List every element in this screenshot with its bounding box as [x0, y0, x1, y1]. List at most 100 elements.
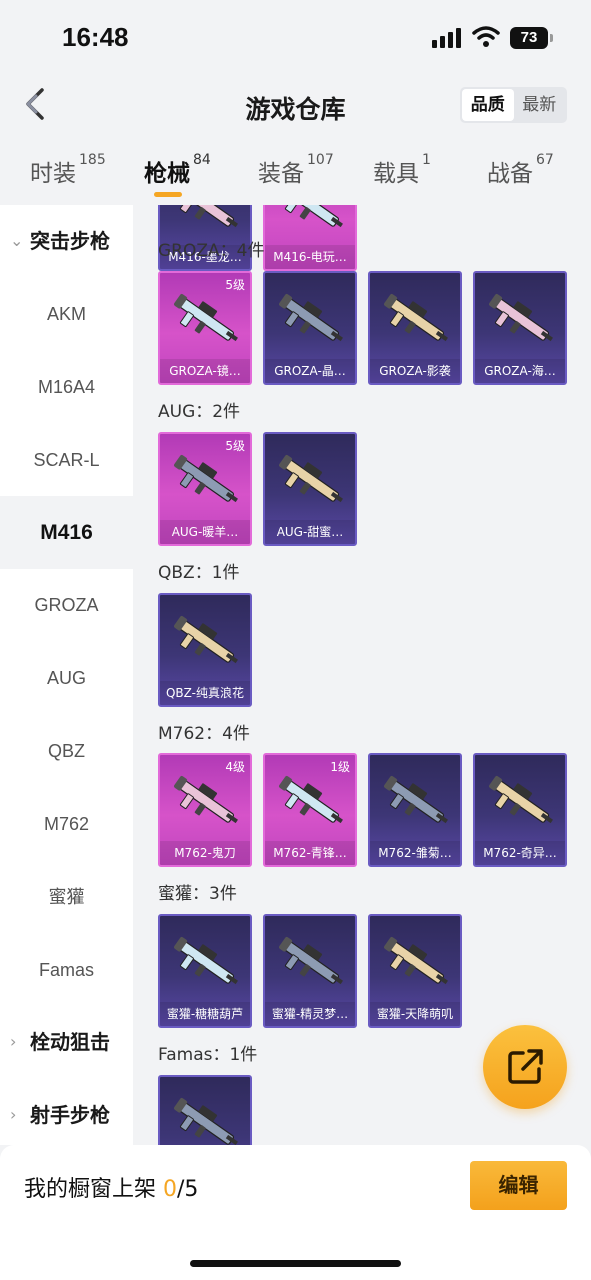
weapon-card[interactable]: GROZA-晶… [263, 271, 357, 385]
weapon-card[interactable]: GROZA-海… [473, 271, 567, 385]
weapon-card[interactable]: 1级 M762-青锋… [263, 753, 357, 867]
sidebar-group-bolt-snipers[interactable]: › 栓动狙击 [0, 1006, 133, 1078]
sidebar-item-qbz[interactable]: QBZ [0, 715, 133, 788]
tab-equipment[interactable]: 装备107 [258, 152, 334, 188]
gun-icon [279, 455, 343, 503]
section-title: GROZA：4件 [158, 241, 265, 261]
gun-icon [282, 205, 343, 228]
sidebar-item-honey-badger[interactable]: 蜜獾 [0, 861, 133, 934]
gun-icon [279, 776, 343, 824]
weapon-card[interactable]: 4级 M762-鬼刀 [158, 753, 252, 867]
status-bar: 16:48 73 [0, 0, 591, 78]
wifi-icon [472, 26, 500, 47]
card-name: M416-电玩… [265, 245, 355, 269]
sidebar-group-marksman-rifles[interactable]: › 射手步枪 [0, 1079, 133, 1145]
weapon-card[interactable]: M416-电玩… [263, 205, 357, 271]
card-name: M762-雏菊… [370, 841, 460, 865]
weapon-card[interactable]: M762-奇异… [473, 753, 567, 867]
section-title: AUG：2件 [158, 402, 241, 422]
card-name: QBZ-纯真浪花 [160, 681, 250, 705]
weapon-category-sidebar: ⌄ 突击步枪 AKM M16A4 SCAR-L M416 GROZA AUG Q… [0, 205, 133, 1145]
card-name: M762-奇异… [475, 841, 565, 865]
sidebar-item-m16a4[interactable]: M16A4 [0, 351, 133, 424]
tab-count: 1 [422, 152, 431, 168]
sidebar-group-label: 突击步枪 [30, 229, 110, 253]
section-title: Famas：1件 [158, 1045, 258, 1065]
card-name: GROZA-影袭 [370, 359, 460, 383]
weapon-card[interactable] [158, 1075, 252, 1145]
gun-icon [279, 937, 343, 985]
status-time: 16:48 [62, 22, 129, 52]
weapon-card[interactable]: M762-雏菊… [368, 753, 462, 867]
sort-toggle: 品质 最新 [460, 87, 567, 123]
weapon-grid: M416-墨龙… M416-电玩… GROZA：4件 5级 GROZA-镜… GROZA-… [133, 205, 591, 1145]
card-level: 1级 [330, 760, 350, 774]
weapon-card[interactable]: 5级 GROZA-镜… [158, 271, 252, 385]
battery-icon: 73 [510, 27, 553, 49]
weapon-card[interactable]: 蜜獾-天降萌叽 [368, 914, 462, 1028]
sidebar-item-m762[interactable]: M762 [0, 788, 133, 861]
tab-vehicles[interactable]: 载具1 [373, 152, 431, 188]
share-icon [508, 1049, 543, 1084]
tab-label: 载具 [373, 161, 419, 187]
tab-supplies[interactable]: 战备67 [487, 152, 554, 188]
home-indicator [190, 1260, 401, 1267]
tab-label: 装备 [258, 161, 304, 187]
card-name: GROZA-海… [475, 359, 565, 383]
sidebar-item-m416[interactable]: M416 [0, 496, 133, 569]
category-tabs: 时装185 枪械84 装备107 载具1 战备67 [0, 146, 591, 204]
tab-outfits[interactable]: 时装185 [30, 152, 106, 188]
section-title: 蜜獾：3件 [158, 884, 237, 904]
card-name: 蜜獾-糖糖葫芦 [160, 1002, 250, 1026]
showcase-label-text: 我的橱窗上架 [24, 1177, 157, 1202]
sidebar-item-famas[interactable]: Famas [0, 934, 133, 1007]
tab-count: 185 [79, 152, 106, 168]
tab-guns[interactable]: 枪械84 [144, 152, 211, 188]
showcase-total: /5 [177, 1177, 199, 1202]
sidebar-group-assault-rifles[interactable]: ⌄ 突击步枪 [0, 205, 133, 277]
sidebar-item-aug[interactable]: AUG [0, 642, 133, 715]
sidebar-item-groza[interactable]: GROZA [0, 569, 133, 642]
weapon-card[interactable]: 5级 AUG-暖羊… [158, 432, 252, 546]
weapon-card[interactable]: GROZA-影袭 [368, 271, 462, 385]
gun-icon [384, 937, 448, 985]
card-name: AUG-甜蜜… [265, 520, 355, 544]
weapon-card[interactable]: 蜜獾-精灵梦… [263, 914, 357, 1028]
card-name: M762-鬼刀 [160, 841, 250, 865]
card-name: 蜜獾-精灵梦… [265, 1002, 355, 1026]
sidebar-item-akm[interactable]: AKM [0, 278, 133, 351]
signal-icon [432, 28, 464, 48]
gun-icon [174, 455, 238, 503]
card-level: 4级 [225, 760, 245, 774]
tab-label: 时装 [30, 161, 76, 187]
section-title: M762：4件 [158, 724, 250, 744]
gun-icon [384, 776, 448, 824]
weapon-card[interactable]: AUG-甜蜜… [263, 432, 357, 546]
gun-icon [384, 294, 448, 342]
gun-icon [279, 294, 343, 342]
card-name: GROZA-晶… [265, 359, 355, 383]
gun-icon [174, 776, 238, 824]
card-name: 蜜獾-天降萌叽 [370, 1002, 460, 1026]
sidebar-item-scar-l[interactable]: SCAR-L [0, 424, 133, 497]
showcase-count: 我的橱窗上架 0/5 [24, 1171, 198, 1203]
tab-active-indicator [154, 192, 182, 197]
weapon-card[interactable]: QBZ-纯真浪花 [158, 593, 252, 707]
gun-icon [489, 776, 553, 824]
edit-button[interactable]: 编辑 [470, 1161, 567, 1210]
sidebar-group-label: 射手步枪 [30, 1103, 110, 1127]
sidebar-group-label: 栓动狙击 [30, 1030, 110, 1054]
sort-option-quality[interactable]: 品质 [462, 89, 514, 121]
tab-label: 战备 [487, 161, 533, 187]
share-button[interactable] [483, 1025, 567, 1109]
gun-icon [174, 1098, 238, 1145]
sort-option-latest[interactable]: 最新 [514, 89, 566, 121]
card-level: 5级 [225, 278, 245, 292]
chevron-right-icon: › [10, 1105, 17, 1124]
header: 游戏仓库 品质 最新 [0, 78, 591, 138]
chevron-right-icon: › [10, 1032, 17, 1051]
tab-count: 67 [536, 152, 554, 168]
gun-icon [174, 616, 238, 664]
weapon-card[interactable]: 蜜獾-糖糖葫芦 [158, 914, 252, 1028]
gun-icon [174, 937, 238, 985]
